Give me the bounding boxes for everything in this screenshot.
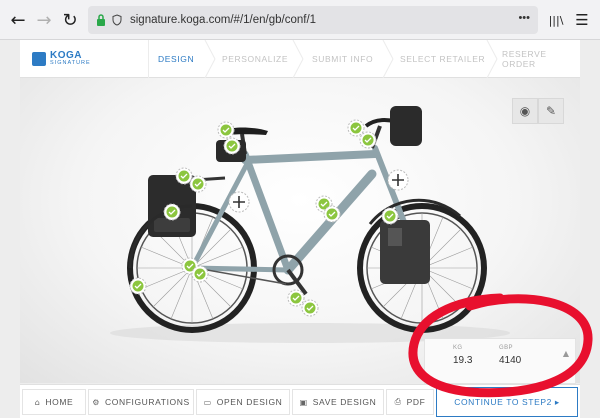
koga-logo-mark: [32, 52, 46, 66]
hotspot-check-icon[interactable]: [175, 167, 193, 185]
front-pannier[interactable]: [380, 220, 430, 284]
weight-value: 19.3: [453, 355, 473, 366]
page-actions-icon[interactable]: •••: [518, 12, 530, 24]
step-submit-info[interactable]: SUBMIT INFO: [312, 40, 373, 78]
step-chevron: [486, 40, 498, 78]
printer-icon: ⎙: [394, 397, 402, 406]
step-chevron: [382, 40, 394, 78]
price-weight-panel: KG 19.3 GBP 4140 ▲: [424, 338, 576, 384]
reload-icon[interactable]: ↻: [58, 8, 82, 32]
library-icon[interactable]: |||\: [544, 8, 568, 32]
hotspot-check-icon[interactable]: [217, 121, 235, 139]
continue-to-step2-button[interactable]: CONTINUE TO STEP2 ▸: [436, 387, 578, 417]
collapse-chevron-icon[interactable]: ▲: [563, 349, 569, 358]
floppy-disk-icon: ▣: [299, 397, 308, 407]
shield-icon[interactable]: [112, 14, 122, 26]
home-label: HOME: [45, 397, 74, 407]
koga-logo[interactable]: KOGA SIGNATURE: [32, 49, 91, 69]
currency-label: GBP: [499, 345, 513, 351]
configurations-label: CONFIGURATIONS: [105, 397, 190, 407]
step-select-retailer[interactable]: SELECT RETAILER: [400, 40, 485, 78]
url-text: signature.koga.com/#/1/en/gb/conf/1: [130, 14, 317, 26]
lock-icon: [97, 14, 105, 26]
price-value: 4140: [499, 355, 522, 366]
hotspot-check-icon[interactable]: [129, 277, 147, 295]
step-personalize[interactable]: PERSONALIZE: [222, 40, 288, 78]
home-icon: ⌂: [34, 397, 41, 407]
address-bar[interactable]: signature.koga.com/#/1/en/gb/conf/1 •••: [88, 6, 538, 34]
step-divider: [148, 40, 149, 78]
hotspot-check-icon[interactable]: [359, 131, 377, 149]
hotspot-check-icon[interactable]: [223, 137, 241, 155]
step-chevron: [204, 40, 216, 78]
pdf-button[interactable]: ⎙ PDF: [386, 389, 434, 415]
hotspot-check-icon[interactable]: [301, 299, 319, 317]
forward-arrow-icon[interactable]: →: [32, 8, 56, 32]
step-chevron: [292, 40, 304, 78]
save-design-label: SAVE DESIGN: [312, 397, 377, 407]
hamburger-menu-icon[interactable]: ☰: [570, 8, 594, 32]
add-accessory-plus-icon[interactable]: [228, 191, 250, 213]
step-design[interactable]: DESIGN: [158, 40, 194, 78]
weight-label: KG: [453, 345, 463, 351]
hotspot-check-icon[interactable]: [189, 175, 207, 193]
step-reserve-order[interactable]: RESERVE ORDER: [502, 40, 580, 78]
open-design-button[interactable]: ▭ OPEN DESIGN: [196, 389, 290, 415]
hotspot-check-icon[interactable]: [347, 119, 365, 137]
hotspot-check-icon[interactable]: [323, 205, 341, 223]
bottom-toolbar: ⌂ HOME ⚙ CONFIGURATIONS ▭ OPEN DESIGN ▣ …: [20, 384, 580, 418]
open-design-label: OPEN DESIGN: [216, 397, 283, 407]
logo-subtext: SIGNATURE: [50, 60, 91, 67]
home-button[interactable]: ⌂ HOME: [22, 389, 86, 415]
pdf-label: PDF: [406, 397, 426, 407]
cogs-icon: ⚙: [92, 397, 101, 407]
hotspot-check-icon[interactable]: [163, 203, 181, 221]
folder-open-icon: ▭: [203, 397, 212, 407]
browser-toolbar: ← → ↻ signature.koga.com/#/1/en/gb/conf/…: [0, 0, 600, 40]
hotspot-check-icon[interactable]: [287, 289, 305, 307]
save-design-button[interactable]: ▣ SAVE DESIGN: [292, 389, 384, 415]
configurations-button[interactable]: ⚙ CONFIGURATIONS: [88, 389, 194, 415]
configurator-header: KOGA SIGNATURE DESIGN PERSONALIZE SUBMIT…: [20, 40, 580, 78]
add-accessory-plus-icon[interactable]: [387, 169, 409, 191]
hotspot-check-icon[interactable]: [381, 207, 399, 225]
back-arrow-icon[interactable]: ←: [6, 8, 30, 32]
handlebar-bag[interactable]: [390, 106, 422, 146]
hotspot-check-icon[interactable]: [191, 265, 209, 283]
